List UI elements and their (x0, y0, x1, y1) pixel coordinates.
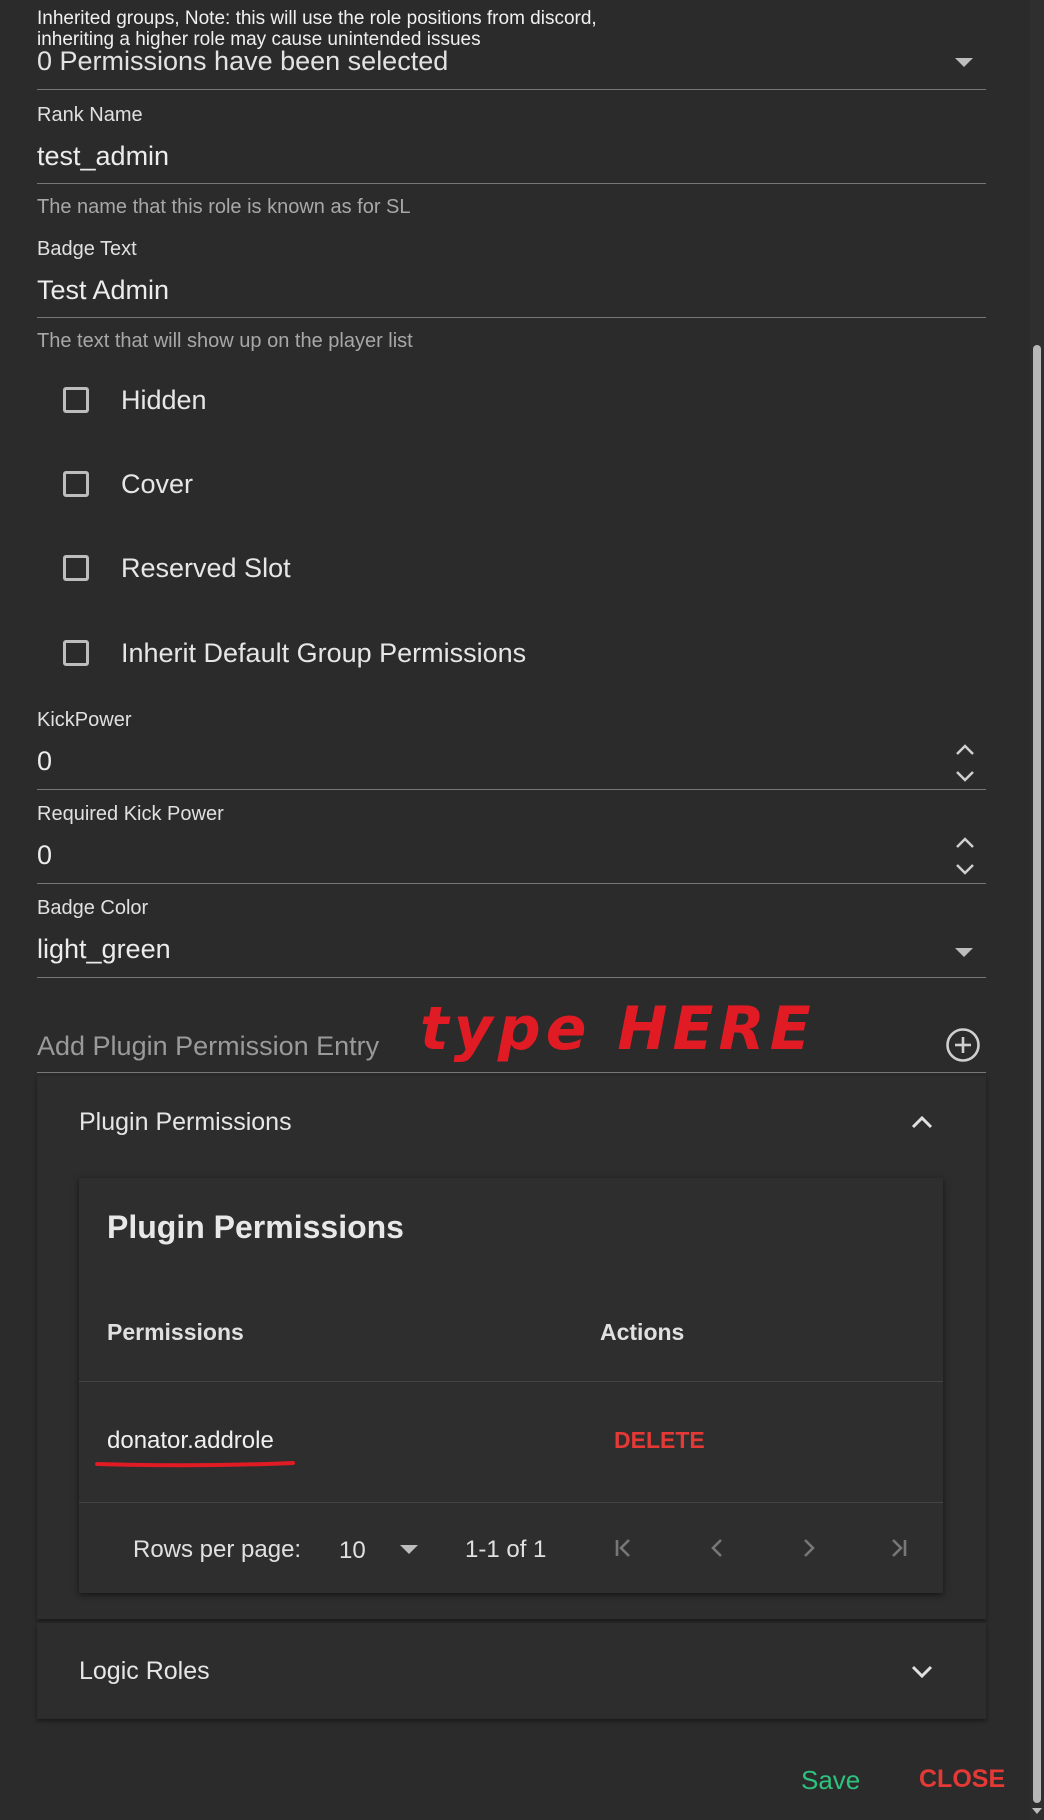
kick-power-input[interactable]: 0 (37, 746, 52, 777)
rows-per-page-label: Rows per page: (133, 1536, 302, 1563)
add-circle-icon[interactable] (945, 1027, 981, 1063)
cover-checkbox[interactable] (63, 471, 89, 497)
logic-roles-panel-header[interactable]: Logic Roles (79, 1657, 210, 1686)
inherit-default-checkbox[interactable] (63, 640, 89, 666)
actions-column-header: Actions (600, 1319, 685, 1345)
badge-color-dropdown-icon[interactable] (955, 948, 973, 957)
plugin-permissions-panel-header[interactable]: Plugin Permissions (79, 1108, 292, 1137)
table-row: donator.addrole DELETE (79, 1382, 943, 1502)
rank-name-hint: The name that this role is known as for … (37, 196, 411, 218)
permission-cell: donator.addrole (107, 1427, 274, 1454)
hidden-checkbox-label[interactable]: Hidden (121, 385, 207, 416)
rank-name-input[interactable]: test_admin (37, 141, 169, 172)
previous-page-icon[interactable] (706, 1534, 730, 1562)
kick-power-underline (37, 789, 986, 790)
rank-name-underline (37, 183, 986, 184)
scroll-down-arrow-icon[interactable] (1032, 1808, 1042, 1814)
red-underline-annotation (95, 1461, 295, 1468)
next-page-icon[interactable] (796, 1534, 820, 1562)
chevron-up-icon[interactable] (909, 1110, 935, 1134)
plugin-permissions-table-title: Plugin Permissions (107, 1209, 404, 1245)
required-kick-power-underline (37, 883, 986, 884)
cover-checkbox-label[interactable]: Cover (121, 469, 193, 500)
permissions-column-header[interactable]: Permissions (107, 1319, 244, 1346)
badge-text-underline (37, 317, 986, 318)
type-here-annotation: type HERE (420, 994, 816, 1064)
hidden-checkbox[interactable] (63, 387, 89, 413)
badge-text-input[interactable]: Test Admin (37, 275, 169, 306)
plugin-entry-input[interactable]: Add Plugin Permission Entry (37, 1031, 379, 1062)
delete-button[interactable]: DELETE (614, 1427, 705, 1454)
save-button[interactable]: Save (801, 1765, 860, 1796)
reserved-slot-checkbox[interactable] (63, 555, 89, 581)
required-kick-power-stepper-icon[interactable] (953, 833, 977, 879)
rank-name-label: Rank Name (37, 104, 143, 126)
inherited-groups-underline (37, 89, 986, 90)
inherited-groups-note: Inherited groups, Note: this will use th… (37, 8, 597, 50)
badge-text-hint: The text that will show up on the player… (37, 330, 413, 352)
chevron-down-icon[interactable] (909, 1659, 935, 1683)
inherited-groups-dropdown-icon[interactable] (955, 58, 973, 67)
close-button[interactable]: CLOSE (919, 1765, 1005, 1794)
required-kick-power-label: Required Kick Power (37, 803, 224, 825)
rows-per-page-dropdown-icon[interactable] (400, 1545, 418, 1554)
badge-color-label: Badge Color (37, 897, 149, 919)
inherited-groups-note-line1: Inherited groups, Note: this will use th… (37, 8, 597, 29)
scrollbar-thumb[interactable] (1033, 345, 1041, 1803)
required-kick-power-input[interactable]: 0 (37, 840, 52, 871)
table-row-divider (79, 1502, 943, 1503)
pagination-range: 1-1 of 1 (465, 1536, 547, 1563)
badge-color-select-value[interactable]: light_green (37, 934, 171, 965)
first-page-icon[interactable] (612, 1534, 636, 1562)
reserved-slot-checkbox-label[interactable]: Reserved Slot (121, 553, 291, 584)
inherit-default-checkbox-label[interactable]: Inherit Default Group Permissions (121, 638, 526, 669)
rows-per-page-select[interactable]: 10 (339, 1537, 366, 1565)
badge-color-underline (37, 977, 986, 978)
kick-power-stepper-icon[interactable] (953, 740, 977, 786)
last-page-icon[interactable] (886, 1534, 910, 1562)
inherited-groups-select-value[interactable]: 0 Permissions have been selected (37, 46, 448, 77)
kick-power-label: KickPower (37, 709, 132, 731)
plugin-entry-underline (37, 1072, 986, 1073)
badge-text-label: Badge Text (37, 238, 137, 260)
